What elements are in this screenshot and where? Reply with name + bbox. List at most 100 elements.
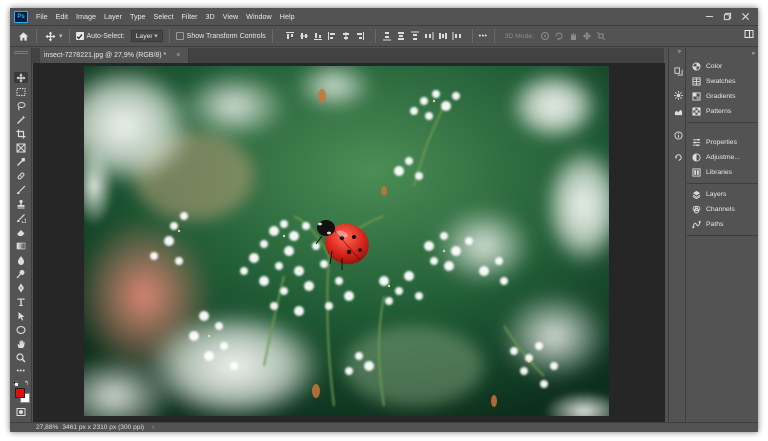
3d-roll-icon[interactable] [554,31,564,41]
document-image[interactable] [84,66,609,416]
menu-select[interactable]: Select [150,8,178,25]
panel-tab-libraries[interactable]: Libraries [691,166,732,179]
status-bar: 27,88% 3461 px x 2310 px (300 ppi) › [10,422,758,432]
restore-button[interactable] [718,8,736,25]
align-bottom-icon[interactable] [313,31,323,41]
document-tab[interactable]: insect-7278221.jpg @ 27,9% (RGB/8) * × [40,48,190,63]
align-left-icon[interactable] [327,31,337,41]
document-tab-title: insect-7278221.jpg @ 27,9% (RGB/8) * [44,52,167,59]
align-horizontal-center-icon[interactable] [341,31,351,41]
menu-edit[interactable]: Edit [52,8,72,25]
eyedropper-tool[interactable] [14,156,28,167]
panel-tab-color[interactable]: Color [691,60,722,73]
align-right-icon[interactable] [355,31,365,41]
home-button[interactable] [16,29,30,43]
panel-tab-swatches[interactable]: Swatches [691,75,735,88]
minimize-button[interactable] [700,8,718,25]
ellipse-icon [16,325,26,334]
canvas-area[interactable] [33,63,665,422]
ellipse-tool[interactable] [14,324,28,335]
distribute-left-icon[interactable] [424,31,434,41]
eraser-tool[interactable] [14,226,28,237]
quick-selection-tool[interactable] [14,114,28,125]
align-vertical-center-icon[interactable] [299,31,309,41]
close-document-icon[interactable]: × [176,52,180,59]
separator [68,29,70,43]
toolbar-grip[interactable] [14,51,28,54]
workspace-icon[interactable] [744,29,754,39]
pen-tool[interactable] [14,282,28,293]
distribute-right-icon[interactable] [452,31,462,41]
blur-tool[interactable] [14,254,28,265]
path-selection-tool[interactable] [14,310,28,321]
status-menu-arrow[interactable]: › [152,425,154,431]
edit-toolbar-button[interactable]: ••• [14,366,28,377]
menu-type[interactable]: Type [126,8,150,25]
default-colors-icon[interactable] [12,380,18,386]
panel-tab-layers-label: Layers [706,191,727,198]
history-brush-icon [17,213,26,223]
panel-tab-adjustments[interactable]: Adjustme... [691,151,740,164]
panels-dock: » Color Swatches Gradients Patterns Prop… [687,48,758,422]
brush-settings-button[interactable] [673,90,683,100]
menu-layer[interactable]: Layer [100,8,126,25]
menu-3d[interactable]: 3D [202,8,219,25]
history-brush-tool[interactable] [14,212,28,223]
eraser-icon [17,229,25,236]
gradient-tool[interactable] [14,240,28,251]
3d-slide-icon[interactable] [582,31,592,41]
history-panel-button[interactable] [673,66,683,76]
collapse-strip-icon[interactable]: » [678,49,681,55]
zoom-tool[interactable] [14,352,28,363]
zoom-level[interactable]: 27,88% [36,424,58,431]
3d-orbit-icon[interactable] [540,31,550,41]
close-window-button[interactable] [736,8,754,25]
brushes-panel-button[interactable] [673,106,683,116]
dodge-tool[interactable] [14,268,28,279]
panel-tab-patterns[interactable]: Patterns [691,105,731,118]
brush-tool[interactable] [14,184,28,195]
menu-filter[interactable]: Filter [178,8,202,25]
frame-tool[interactable] [14,142,28,153]
actions-panel-button[interactable] [673,152,683,162]
panel-tab-paths[interactable]: Paths [691,218,723,231]
preset-dropdown-arrow[interactable]: ▾ [59,32,63,40]
panel-tab-properties[interactable]: Properties [691,136,737,149]
clone-stamp-tool[interactable] [14,198,28,209]
menu-help[interactable]: Help [276,8,299,25]
more-options-button[interactable]: ••• [479,33,488,40]
3d-scale-icon[interactable] [596,31,606,41]
panel-tab-layers[interactable]: Layers [691,188,726,201]
crop-tool[interactable] [14,128,28,139]
panel-tab-channels[interactable]: Channels [691,203,735,216]
quick-mask-button[interactable] [14,406,28,417]
hand-tool[interactable] [14,338,28,349]
show-transform-checkbox[interactable] [175,32,184,40]
menu-file[interactable]: File [32,8,52,25]
swap-colors-icon[interactable]: ↰ [24,380,29,387]
distribute-bottom-icon[interactable] [410,31,420,41]
move-tool[interactable] [14,72,28,83]
info-panel-button[interactable] [673,130,683,140]
distribute-center-icon[interactable] [396,31,406,41]
distribute-top-icon[interactable] [382,31,392,41]
distribute-horizontal-icon[interactable] [438,31,448,41]
menu-image[interactable]: Image [72,8,100,25]
auto-select-target-dropdown[interactable]: Layer ▾ [130,30,163,42]
align-top-icon[interactable] [285,31,295,41]
auto-select-checkbox[interactable] [75,32,84,40]
panel-tab-gradients[interactable]: Gradients [691,90,735,103]
lasso-tool[interactable] [14,100,28,111]
healing-brush-tool[interactable] [14,170,28,181]
move-tool-preset-button[interactable] [43,29,57,43]
marquee-tool[interactable] [14,86,28,97]
3d-pan-icon[interactable] [568,31,578,41]
separator [271,29,273,43]
document-tab-bar: insect-7278221.jpg @ 27,9% (RGB/8) * × [32,48,664,63]
collapse-panels-icon[interactable]: » [752,51,755,57]
foreground-color-swatch[interactable] [15,388,25,398]
options-bar: ▾ Auto-Select: Layer ▾ Show Transform Co… [10,25,758,47]
type-tool[interactable] [14,296,28,307]
menu-window[interactable]: Window [242,8,276,25]
menu-view[interactable]: View [219,8,242,25]
